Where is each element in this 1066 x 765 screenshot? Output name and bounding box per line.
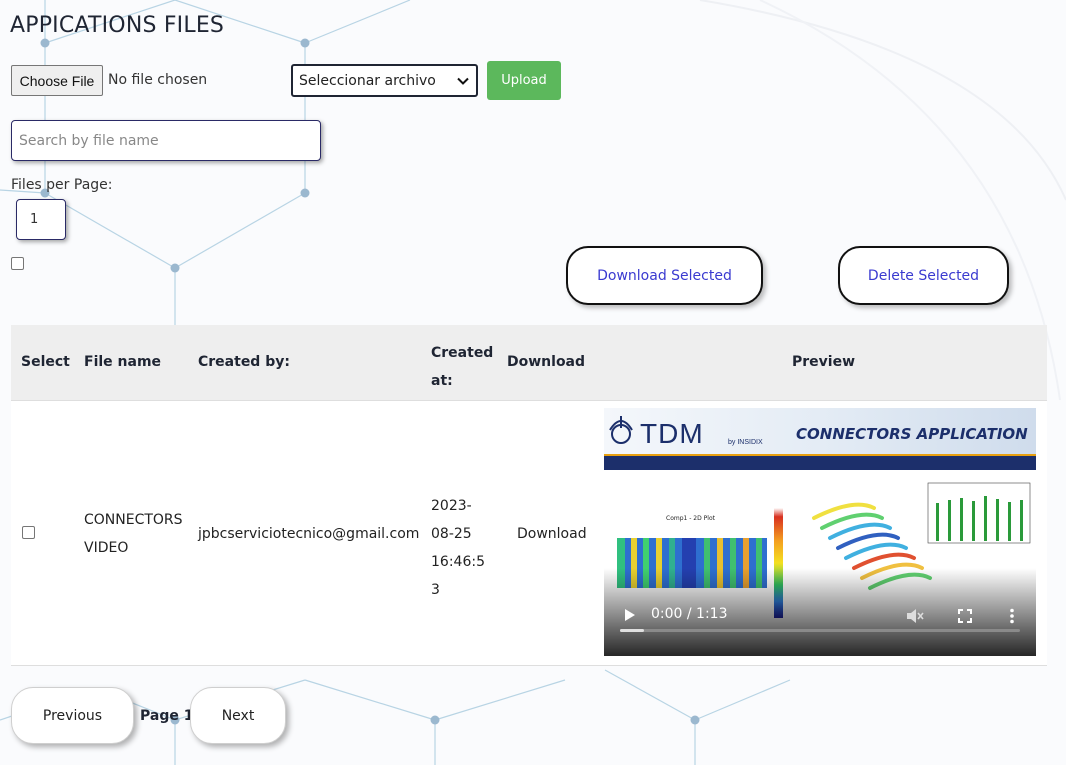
row-download-link[interactable]: Download bbox=[517, 520, 587, 548]
fullscreen-icon[interactable] bbox=[958, 609, 972, 623]
video-progress-fill bbox=[620, 629, 644, 632]
file-type-select-value: Seleccionar archivo bbox=[299, 72, 436, 89]
page-title: APPICATIONS FILES bbox=[10, 13, 225, 38]
video-preview[interactable]: TDM by INSIDIX CONNECTORS APPLICATION Co… bbox=[604, 408, 1036, 656]
files-per-page-label: Files per Page: bbox=[11, 177, 113, 193]
upload-button[interactable]: Upload bbox=[487, 61, 561, 100]
plot-title: Comp1 - 2D Plot bbox=[666, 515, 716, 522]
files-per-page-input[interactable]: 1 bbox=[16, 199, 66, 240]
row-created-by: jpbcserviciotecnico@gmail.com bbox=[198, 526, 420, 542]
banner-text: CONNECTORS APPLICATION bbox=[796, 425, 1028, 443]
select-all-checkbox[interactable] bbox=[11, 257, 24, 270]
brand-text: TDM bbox=[640, 418, 704, 449]
delete-selected-button[interactable]: Delete Selected bbox=[838, 246, 1009, 305]
video-controls: 0:00 / 1:13 bbox=[604, 598, 1036, 656]
video-progress-bar[interactable] bbox=[620, 629, 1020, 632]
row-checkbox[interactable] bbox=[22, 526, 35, 539]
choose-file-button[interactable]: Choose File bbox=[11, 65, 103, 96]
table-row: CONNECTORS VIDEO jpbcserviciotecnico@gma… bbox=[11, 400, 1047, 666]
header-created-by: Created by: bbox=[198, 354, 290, 370]
brand-sub-text: by INSIDIX bbox=[728, 439, 763, 446]
header-select: Select bbox=[21, 354, 70, 370]
search-input[interactable]: Search by file name bbox=[11, 120, 321, 161]
video-time: 0:00 / 1:13 bbox=[651, 606, 728, 622]
download-selected-button[interactable]: Download Selected bbox=[566, 246, 763, 305]
mini-bar-chart bbox=[927, 482, 1031, 544]
chevron-down-icon bbox=[457, 77, 469, 85]
row-file-name: CONNECTORS VIDEO bbox=[84, 512, 183, 556]
header-created-at: Created at: bbox=[431, 345, 494, 389]
header-download: Download bbox=[507, 354, 586, 370]
previous-page-button[interactable]: Previous bbox=[11, 687, 134, 744]
next-page-button[interactable]: Next bbox=[190, 687, 286, 744]
header-preview: Preview bbox=[792, 354, 856, 370]
page-indicator: Page 1 bbox=[140, 708, 194, 724]
row-created-at: 2023-08-25 16:46:53 bbox=[431, 498, 485, 598]
file-status-text: No file chosen bbox=[108, 72, 208, 88]
volume-icon[interactable] bbox=[906, 608, 924, 624]
header-file-name: File name bbox=[84, 354, 162, 370]
file-type-select[interactable]: Seleccionar archivo bbox=[291, 64, 478, 97]
table-header: Select File name Created by: Created at:… bbox=[11, 325, 1047, 400]
play-icon[interactable] bbox=[624, 608, 636, 622]
more-options-icon[interactable] bbox=[1009, 608, 1015, 624]
